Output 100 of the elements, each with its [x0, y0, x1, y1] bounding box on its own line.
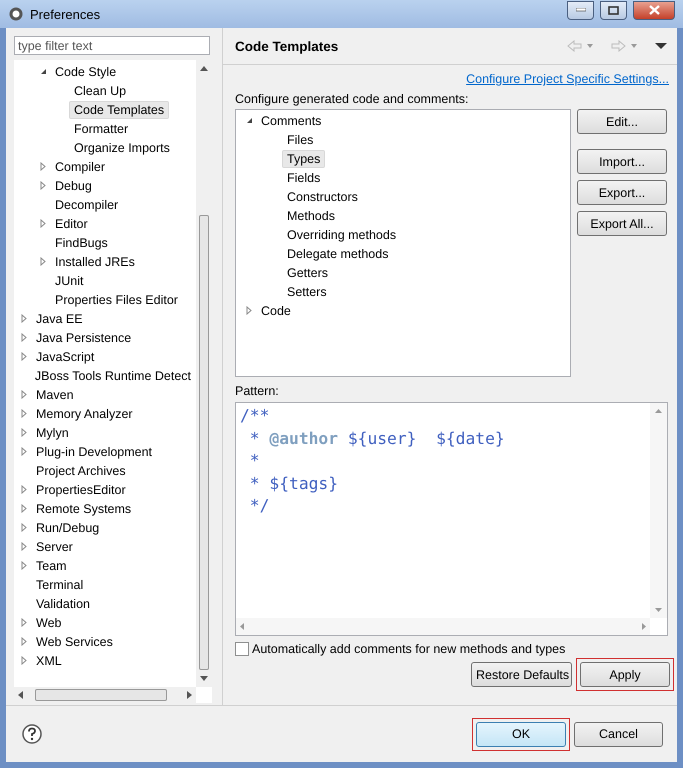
collapse-icon[interactable]: [40, 68, 46, 75]
filter-field[interactable]: type filter text: [14, 36, 210, 55]
page-title: Code Templates: [235, 38, 340, 54]
pattern-editor[interactable]: /** *@author ${user} ${date} * * ${tags} */: [235, 402, 668, 636]
expand-icon[interactable]: [21, 428, 27, 437]
tree-item[interactable]: Files: [282, 130, 318, 148]
close-button[interactable]: [633, 0, 675, 20]
expand-icon[interactable]: [40, 162, 46, 171]
scrollbar[interactable]: [196, 60, 212, 687]
expand-icon[interactable]: [21, 637, 27, 646]
expand-icon[interactable]: [40, 257, 46, 266]
scroll-thumb[interactable]: [199, 215, 209, 670]
tree-item[interactable]: FindBugs: [50, 234, 113, 252]
tree-item[interactable]: Java Persistence: [31, 328, 136, 346]
tree-item[interactable]: Methods: [282, 206, 340, 224]
tree-item[interactable]: Code: [256, 302, 296, 320]
tree-item[interactable]: Overriding methods: [282, 226, 402, 244]
tree-item[interactable]: Installed JREs: [50, 252, 140, 270]
side-button[interactable]: Edit...: [577, 109, 667, 134]
tree-item[interactable]: Web Services: [31, 632, 118, 650]
tree-item[interactable]: Project Archives: [31, 462, 131, 480]
tree-item[interactable]: Team: [31, 556, 72, 574]
tree-item[interactable]: Fields: [282, 168, 326, 186]
tree-item[interactable]: Maven: [31, 386, 79, 404]
minimize-icon: [576, 8, 586, 12]
tree-item[interactable]: JUnit: [50, 272, 88, 290]
scroll-down-icon[interactable]: [200, 676, 208, 681]
tree-item[interactable]: Types: [282, 150, 326, 168]
tree-item[interactable]: JBoss Tools Runtime Detect: [30, 366, 196, 384]
expand-icon[interactable]: [21, 352, 27, 361]
tree-item[interactable]: Mylyn: [31, 424, 74, 442]
maximize-icon: [608, 6, 619, 14]
page-button[interactable]: Apply: [580, 662, 670, 687]
code-line: *@author ${user} ${date}: [248, 428, 506, 450]
description-text: Configure generated code and comments:: [235, 92, 470, 106]
window-title: Preferences: [30, 6, 102, 22]
tree-item[interactable]: JavaScript: [31, 348, 100, 366]
tree-item[interactable]: Constructors: [282, 188, 363, 206]
tree-item[interactable]: Getters: [282, 264, 333, 282]
side-button[interactable]: Import...: [577, 149, 667, 174]
tree-item[interactable]: Remote Systems: [31, 500, 136, 518]
tree-item[interactable]: Java EE: [31, 310, 88, 328]
expand-icon[interactable]: [21, 447, 27, 456]
dialog-button[interactable]: OK: [476, 722, 566, 746]
help-icon[interactable]: [22, 724, 42, 744]
scroll-right-icon[interactable]: [187, 691, 192, 699]
side-button[interactable]: Export All...: [577, 211, 667, 236]
scroll-left-icon[interactable]: [18, 691, 23, 699]
code-line: *: [248, 450, 261, 472]
code-line: */: [248, 495, 270, 517]
tree-item[interactable]: Organize Imports: [69, 138, 175, 156]
tree-item[interactable]: Delegate methods: [282, 244, 394, 262]
tree-item[interactable]: Code Style: [50, 62, 122, 80]
expand-icon[interactable]: [21, 618, 27, 627]
expand-icon[interactable]: [21, 542, 27, 551]
tree-item[interactable]: Properties Files Editor: [50, 290, 183, 308]
tree-item[interactable]: Terminal: [31, 576, 88, 594]
scroll-thumb[interactable]: [35, 689, 167, 701]
expand-icon[interactable]: [40, 181, 46, 190]
tree-item[interactable]: Setters: [282, 282, 332, 300]
expand-icon[interactable]: [21, 561, 27, 570]
expand-icon[interactable]: [21, 523, 27, 532]
tree-item[interactable]: PropertiesEditor: [31, 480, 131, 498]
expand-icon[interactable]: [246, 306, 252, 315]
maximize-button[interactable]: [600, 0, 627, 20]
checkbox-label: Automatically add comments for new methods and types: [252, 642, 566, 656]
expand-icon[interactable]: [21, 314, 27, 323]
dialog-button[interactable]: Cancel: [574, 722, 663, 746]
minimize-button[interactable]: [567, 0, 594, 20]
tree-item[interactable]: Memory Analyzer: [31, 404, 138, 422]
side-button[interactable]: Export...: [577, 180, 667, 205]
tree-item[interactable]: Code Templates: [69, 100, 170, 118]
expand-icon[interactable]: [21, 656, 27, 665]
pattern-label: Pattern:: [235, 384, 280, 398]
tree-item[interactable]: Run/Debug: [31, 518, 104, 536]
configure-link[interactable]: Configure Project Specific Settings...: [466, 72, 669, 86]
scroll-up-icon[interactable]: [200, 66, 208, 71]
tree-item[interactable]: Formatter: [69, 120, 134, 138]
collapse-icon[interactable]: [246, 117, 252, 124]
tree-item[interactable]: Server: [31, 538, 78, 556]
page-button[interactable]: Restore Defaults: [471, 662, 572, 687]
expand-icon[interactable]: [21, 409, 27, 418]
tree-item[interactable]: Editor: [50, 214, 93, 232]
tree-item[interactable]: XML: [31, 652, 67, 670]
tree-item[interactable]: Validation: [31, 594, 95, 612]
expand-icon[interactable]: [21, 333, 27, 342]
expand-icon[interactable]: [21, 390, 27, 399]
tree-item[interactable]: Clean Up: [69, 82, 132, 100]
tree-item[interactable]: Decompiler: [50, 196, 124, 214]
expand-icon[interactable]: [40, 219, 46, 228]
tree-item[interactable]: Debug: [50, 176, 97, 194]
expand-icon[interactable]: [21, 504, 27, 513]
checkbox[interactable]: [235, 642, 249, 656]
tree-item[interactable]: Web: [31, 614, 66, 632]
tree-item[interactable]: Plug-in Development: [31, 442, 158, 460]
menu-caret-icon[interactable]: [655, 42, 667, 50]
expand-icon[interactable]: [21, 485, 27, 494]
horizontal-scrollbar[interactable]: [14, 687, 196, 703]
tree-item[interactable]: Comments: [256, 112, 326, 130]
tree-item[interactable]: Compiler: [50, 158, 110, 176]
